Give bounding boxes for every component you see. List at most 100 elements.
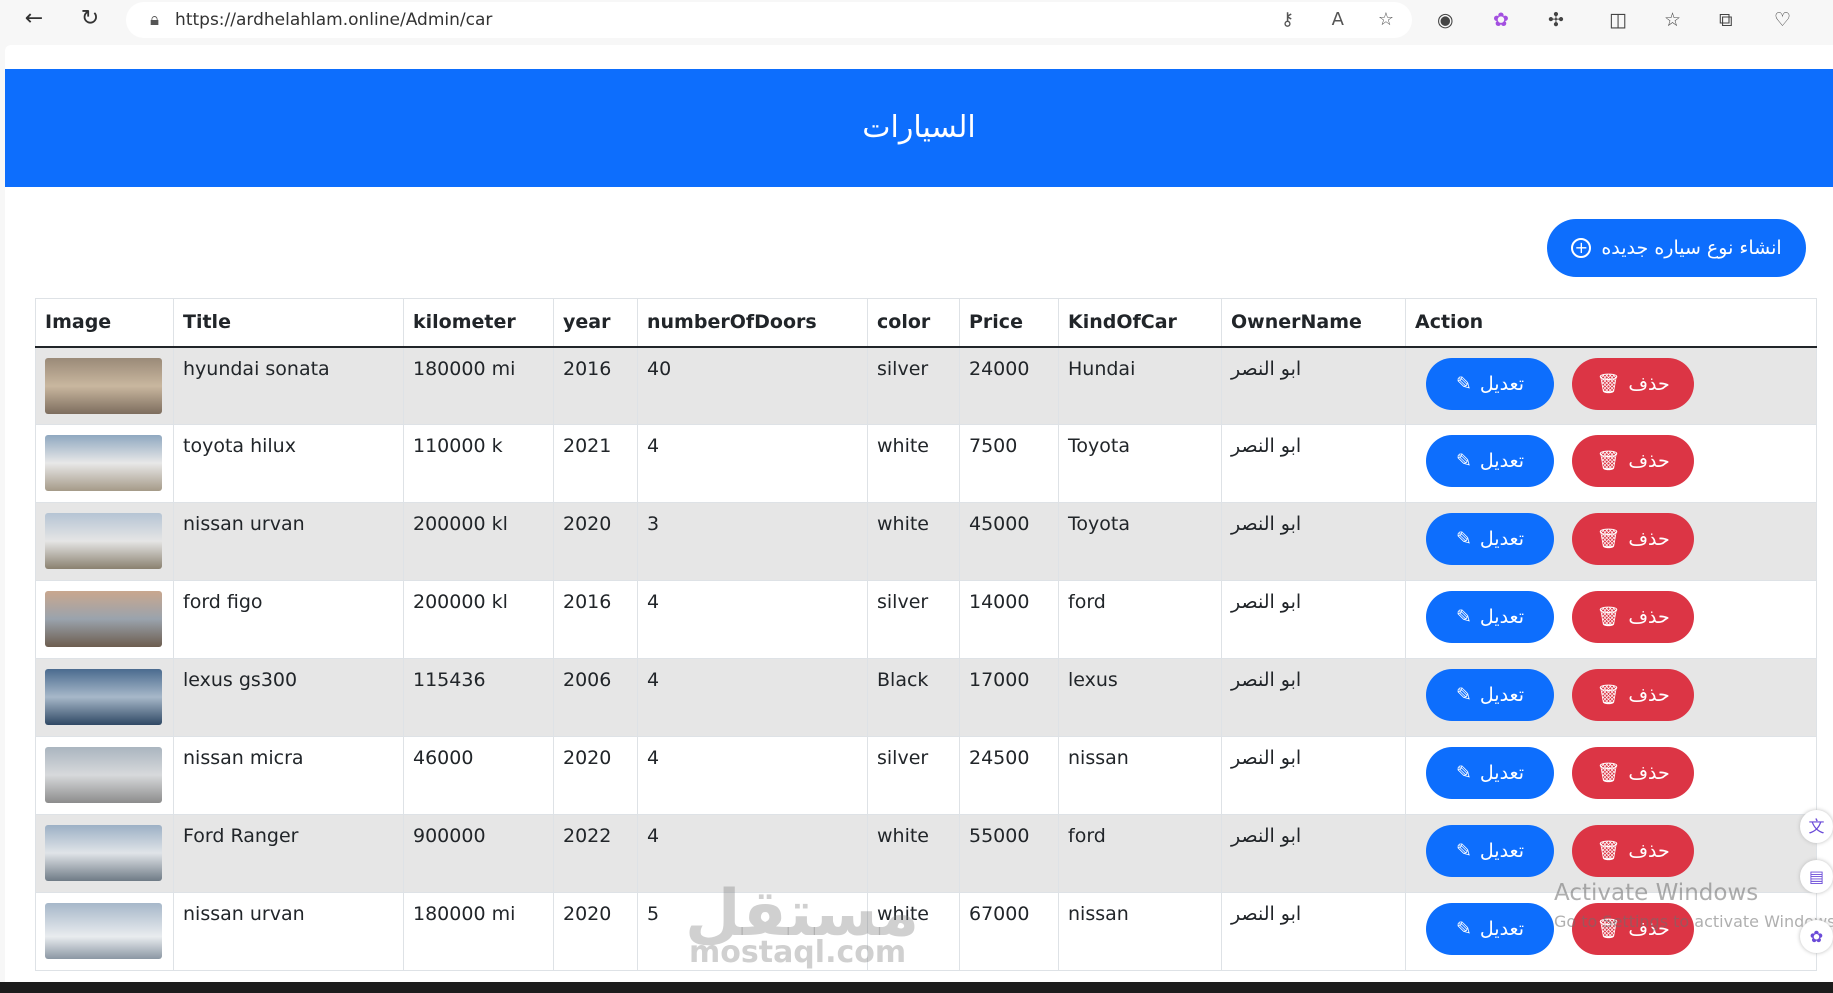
trash-icon: 🗑︎ — [1596, 606, 1621, 628]
create-car-type-button[interactable]: انشاء نوع سياره جديده + — [1547, 219, 1806, 277]
column-header: kilometer — [403, 298, 554, 348]
car-image — [45, 747, 162, 803]
doors-cell: 4 — [637, 658, 868, 737]
action-cell: تعديل ✎ حذف 🗑︎ — [1405, 346, 1817, 425]
year-cell: 2016 — [553, 346, 638, 425]
create-label: انشاء نوع سياره جديده — [1601, 237, 1782, 259]
edit-button[interactable]: تعديل ✎ — [1426, 903, 1554, 955]
column-header: OwnerName — [1221, 298, 1406, 348]
year-cell: 2020 — [553, 892, 638, 971]
car-image — [45, 513, 162, 569]
back-icon[interactable]: ← — [22, 6, 46, 31]
image-cell — [35, 736, 174, 815]
kilometer-cell: 200000 kl — [403, 580, 554, 659]
edit-button[interactable]: تعديل ✎ — [1426, 513, 1554, 565]
cars-table: Image Title kilometer year numberOfDoors colo… — [35, 298, 1817, 971]
doors-cell: 4 — [637, 814, 868, 893]
price-cell: 7500 — [959, 424, 1059, 503]
doors-cell: 5 — [637, 892, 868, 971]
doors-cell: 4 — [637, 736, 868, 815]
column-header: year — [553, 298, 638, 348]
delete-label: حذف — [1628, 684, 1670, 706]
translate-icon[interactable]: 文 — [1800, 810, 1833, 843]
image-cell — [35, 424, 174, 503]
edit-button[interactable]: تعديل ✎ — [1426, 747, 1554, 799]
car-image — [45, 903, 162, 959]
title-cell: nissan urvan — [173, 892, 404, 971]
reload-icon[interactable]: ↻ — [78, 6, 102, 31]
action-cell: تعديل ✎ حذف 🗑︎ — [1405, 658, 1817, 737]
favorite-star-icon[interactable]: ☆ — [1378, 9, 1394, 30]
extensions-puzzle-icon[interactable]: ✣ — [1548, 9, 1564, 31]
edit-label: تعديل — [1479, 372, 1525, 395]
price-cell: 24000 — [959, 346, 1059, 425]
trash-icon: 🗑︎ — [1596, 684, 1621, 706]
color-cell: Black — [867, 658, 960, 737]
action-cell: تعديل ✎ حذف 🗑︎ — [1405, 580, 1817, 659]
kind-cell: nissan — [1058, 892, 1222, 971]
doors-cell: 3 — [637, 502, 868, 581]
delete-button[interactable]: حذف 🗑︎ — [1572, 669, 1694, 721]
delete-button[interactable]: حذف 🗑︎ — [1572, 747, 1694, 799]
kind-cell: nissan — [1058, 736, 1222, 815]
edit-label: تعديل — [1479, 840, 1525, 862]
edit-label: تعديل — [1479, 762, 1525, 784]
delete-button[interactable]: حذف 🗑︎ — [1572, 591, 1694, 643]
kind-cell: Hundai — [1058, 346, 1222, 425]
edit-button[interactable]: تعديل ✎ — [1426, 669, 1554, 721]
extension-globe-icon[interactable]: ◉ — [1437, 9, 1454, 31]
extension-brain-icon[interactable]: ✿ — [1493, 9, 1509, 31]
delete-button[interactable]: حذف 🗑︎ — [1572, 513, 1694, 565]
action-cell: تعديل ✎ حذف 🗑︎ — [1405, 502, 1817, 581]
edit-button[interactable]: تعديل ✎ — [1426, 435, 1554, 487]
title-cell: hyundai sonata — [173, 346, 404, 425]
table-row: lexus gs300 115436 2006 4 Black 17000 le… — [35, 658, 1817, 737]
trash-icon: 🗑︎ — [1596, 528, 1621, 550]
edit-label: تعديل — [1479, 450, 1525, 472]
price-cell: 24500 — [959, 736, 1059, 815]
year-cell: 2021 — [553, 424, 638, 503]
car-image — [45, 669, 162, 725]
column-header: Price — [959, 298, 1059, 348]
edit-label: تعديل — [1479, 684, 1525, 706]
column-header: Title — [173, 298, 404, 348]
read-aloud-icon[interactable]: A — [1332, 9, 1344, 30]
edit-icon: ✎ — [1455, 528, 1472, 550]
year-cell: 2020 — [553, 502, 638, 581]
reader-icon[interactable]: ▤ — [1800, 860, 1833, 893]
owner-cell: ابو النصر — [1221, 580, 1406, 659]
key-icon[interactable]: ⚷ — [1281, 9, 1294, 30]
delete-button[interactable]: حذف 🗑︎ — [1572, 903, 1694, 955]
health-icon[interactable]: ♡ — [1774, 9, 1791, 31]
address-bar[interactable]: 🔒︎ https://ardhelahlam.online/Admin/car … — [126, 2, 1412, 38]
copilot-icon[interactable]: ✿ — [1800, 920, 1833, 953]
image-cell — [35, 814, 174, 893]
edit-label: تعديل — [1479, 528, 1525, 550]
image-cell — [35, 658, 174, 737]
image-cell — [35, 502, 174, 581]
edit-icon: ✎ — [1455, 606, 1472, 628]
delete-button[interactable]: حذف 🗑︎ — [1572, 357, 1694, 410]
price-cell: 14000 — [959, 580, 1059, 659]
action-cell: تعديل ✎ حذف 🗑︎ — [1405, 892, 1817, 971]
edit-button[interactable]: تعديل ✎ — [1426, 591, 1554, 643]
delete-label: حذف — [1628, 762, 1670, 784]
delete-button[interactable]: حذف 🗑︎ — [1572, 825, 1694, 877]
action-cell: تعديل ✎ حذف 🗑︎ — [1405, 424, 1817, 503]
edit-button[interactable]: تعديل ✎ — [1426, 357, 1554, 410]
owner-cell: ابو النصر — [1221, 892, 1406, 971]
delete-button[interactable]: حذف 🗑︎ — [1572, 435, 1694, 487]
price-cell: 17000 — [959, 658, 1059, 737]
split-screen-icon[interactable]: ◫ — [1609, 9, 1627, 31]
edit-button[interactable]: تعديل ✎ — [1426, 825, 1554, 877]
delete-label: حذف — [1628, 372, 1670, 395]
collections-icon[interactable]: ⧉ — [1719, 9, 1733, 31]
kilometer-cell: 115436 — [403, 658, 554, 737]
kind-cell: lexus — [1058, 658, 1222, 737]
color-cell: silver — [867, 580, 960, 659]
favorites-icon[interactable]: ☆ — [1664, 9, 1681, 31]
title-cell: nissan micra — [173, 736, 404, 815]
lock-icon: 🔒︎ — [150, 10, 160, 30]
edit-label: تعديل — [1479, 918, 1525, 940]
action-cell: تعديل ✎ حذف 🗑︎ — [1405, 814, 1817, 893]
